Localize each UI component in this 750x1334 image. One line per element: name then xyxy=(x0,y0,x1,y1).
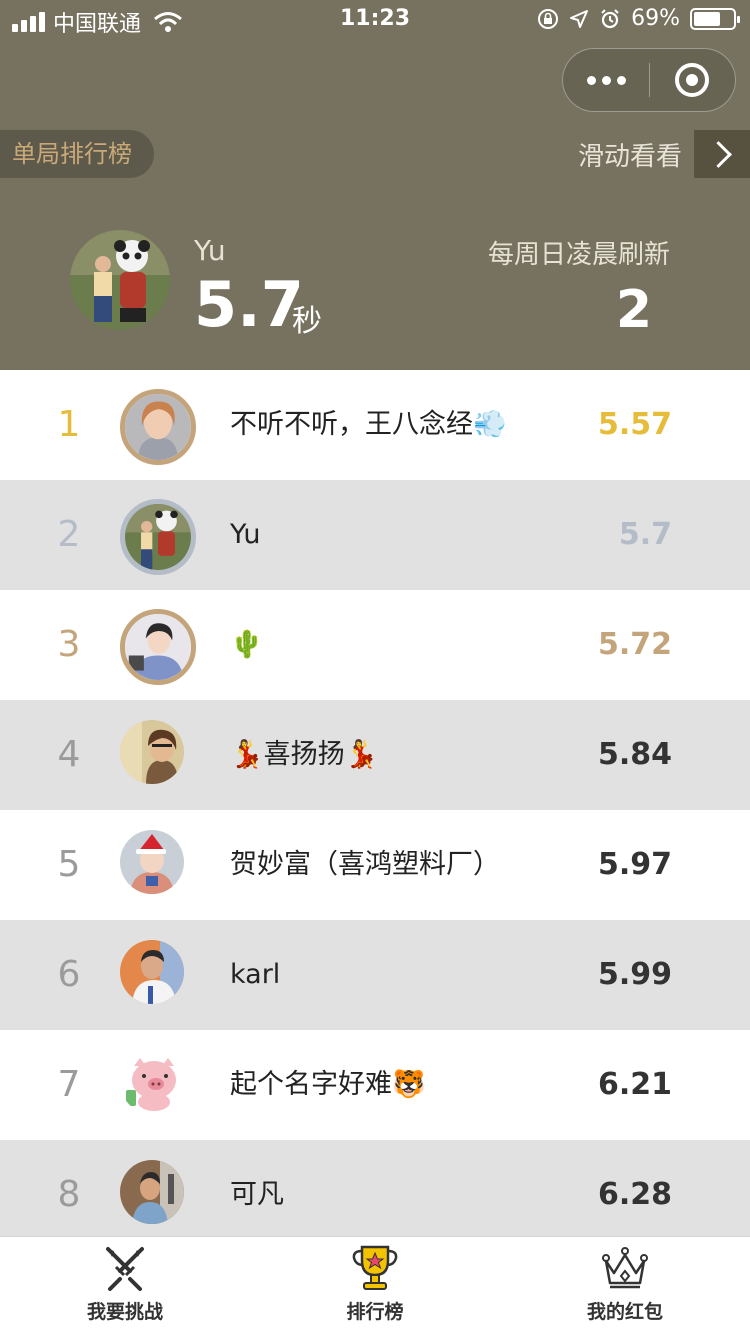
tab-my-red-packets[interactable]: 我的红包 xyxy=(500,1237,750,1334)
alarm-icon xyxy=(601,8,619,28)
rank-number: 7 xyxy=(57,1064,81,1105)
avatar[interactable] xyxy=(120,830,184,894)
status-right: 69% xyxy=(537,6,740,31)
crossed-swords-icon xyxy=(106,1247,144,1291)
player-time: 6.21 xyxy=(597,1067,672,1102)
rank-number: 4 xyxy=(57,734,81,775)
list-item[interactable]: 7 起个名字好难🐯 6.21 xyxy=(0,1030,750,1140)
avatar[interactable] xyxy=(120,1050,184,1114)
avatar[interactable] xyxy=(120,1160,184,1224)
player-time: 5.99 xyxy=(597,957,672,992)
rank-number: 3 xyxy=(57,624,81,665)
my-time-unit: 秒 xyxy=(292,304,322,339)
tab-leaderboard-label: 排行榜 xyxy=(346,1301,404,1323)
player-name: 不听不听，王八念经💨 xyxy=(230,409,507,440)
rank-number: 6 xyxy=(57,954,81,995)
battery-icon xyxy=(690,7,740,30)
player-time: 5.84 xyxy=(597,737,672,772)
avatar[interactable] xyxy=(120,609,196,685)
rank-number: 5 xyxy=(57,844,81,885)
tab-challenge[interactable]: 我要挑战 xyxy=(0,1237,250,1334)
list-item[interactable]: 8 可凡 6.28 xyxy=(0,1140,750,1250)
tab-leaderboard[interactable]: 排行榜 xyxy=(250,1237,500,1334)
tab-my-red-packets-label: 我的红包 xyxy=(586,1301,663,1323)
player-name: 起个名字好难🐯 xyxy=(230,1069,426,1100)
battery-level xyxy=(694,11,721,26)
list-item[interactable]: 3 🌵 5.72 xyxy=(0,590,750,700)
player-time: 6.28 xyxy=(597,1177,672,1212)
list-item[interactable]: 5 贺妙富（喜鸿塑料厂） 5.97 xyxy=(0,810,750,920)
player-name: Yu xyxy=(230,519,261,550)
capsule-divider xyxy=(649,63,650,97)
player-name: 💃喜扬扬💃 xyxy=(230,739,379,770)
avatar[interactable] xyxy=(120,389,196,465)
rank-number: 2 xyxy=(57,514,81,555)
mini-program-capsule xyxy=(562,48,736,112)
my-avatar[interactable] xyxy=(70,230,170,330)
more-options-icon[interactable] xyxy=(563,49,649,111)
refresh-note: 每周日凌晨刷新 xyxy=(487,240,670,270)
avatar[interactable] xyxy=(120,940,184,1004)
rank-number: 1 xyxy=(57,404,81,445)
avatar[interactable] xyxy=(120,499,196,575)
leaderboard-header: 中国联通 11:23 69% 单局排行榜 滑动看看 Yu 5.7 秒 每周日凌晨… xyxy=(0,0,750,370)
bottom-tab-bar: 我要挑战 排行榜 我的红包 xyxy=(0,1236,750,1334)
crown-icon xyxy=(602,1247,648,1289)
close-mini-program-icon[interactable] xyxy=(675,63,709,97)
rank-number: 8 xyxy=(57,1174,81,1215)
chevron-right-icon[interactable] xyxy=(694,130,750,178)
single-round-leaderboard-tab[interactable]: 单局排行榜 xyxy=(0,130,154,178)
avatar[interactable] xyxy=(120,720,184,784)
player-time: 5.72 xyxy=(597,627,672,662)
player-name: 🌵 xyxy=(230,629,264,660)
player-time: 5.7 xyxy=(618,517,672,552)
list-item[interactable]: 1 不听不听，王八念经💨 5.57 xyxy=(0,370,750,480)
player-name: 贺妙富（喜鸿塑料厂） xyxy=(230,849,500,880)
list-item[interactable]: 4 💃喜扬扬💃 5.84 xyxy=(0,700,750,810)
my-best-time: 5.7 xyxy=(194,268,304,341)
leaderboard-list: 1 不听不听，王八念经💨 5.57 2 Yu 5.7 3 🌵 5.72 4 💃喜… xyxy=(0,370,750,1250)
player-name: karl xyxy=(230,959,281,990)
my-name: Yu xyxy=(194,234,226,267)
rotation-lock-icon xyxy=(538,8,559,29)
trophy-icon xyxy=(352,1245,398,1290)
battery-percent: 69% xyxy=(631,6,680,31)
swipe-hint[interactable]: 滑动看看 xyxy=(578,136,682,173)
location-icon xyxy=(570,9,589,28)
list-item[interactable]: 6 karl 5.99 xyxy=(0,920,750,1030)
status-bar: 中国联通 11:23 69% xyxy=(0,0,750,40)
player-time: 5.57 xyxy=(597,407,672,442)
list-item[interactable]: 2 Yu 5.7 xyxy=(0,480,750,590)
player-name: 可凡 xyxy=(230,1179,284,1210)
tab-challenge-label: 我要挑战 xyxy=(86,1301,163,1323)
player-time: 5.97 xyxy=(597,847,672,882)
my-rank: 2 xyxy=(615,280,652,340)
